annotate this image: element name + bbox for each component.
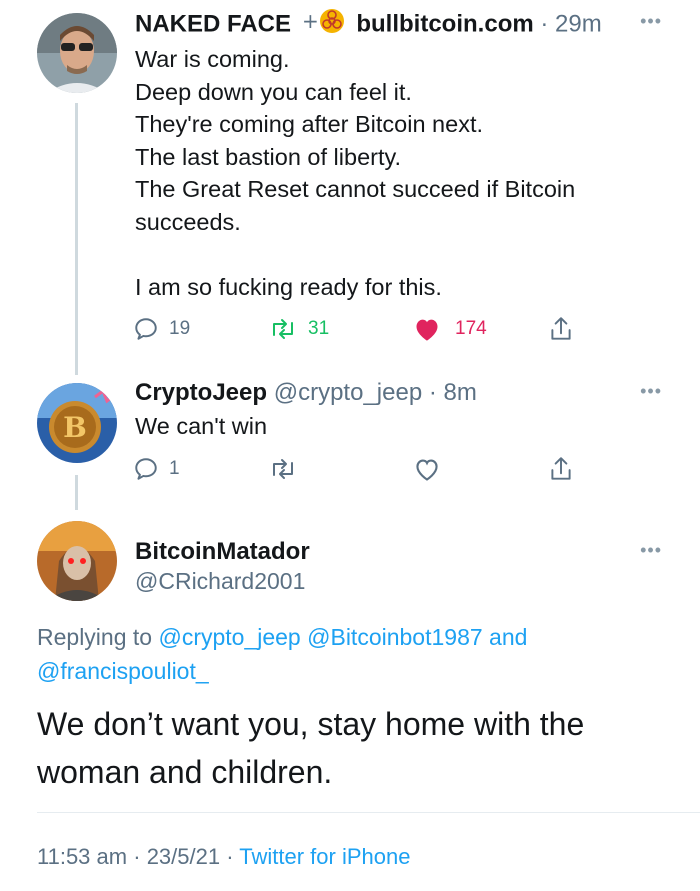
author-name[interactable]: NAKED FACE [135, 10, 291, 37]
tweet-text-line: The Great Reset cannot succeed if Bitcoi… [135, 176, 576, 203]
reply-icon [133, 456, 159, 482]
avatar-bitcoinmatador[interactable] [37, 521, 117, 601]
main-author-handle[interactable]: @CRichard2001 [135, 566, 305, 596]
retweet-icon [268, 316, 298, 342]
tweet-time[interactable]: 29m [555, 10, 602, 37]
mention-and[interactable]: and [489, 624, 527, 650]
share-button[interactable] [548, 311, 574, 347]
tweet-actions: 1 [133, 451, 593, 487]
tweet-naked-face[interactable]: NAKED FACE + bullbitcoin.com · 29m ••• W… [0, 8, 700, 368]
share-icon [548, 315, 574, 343]
tweet-text-line [135, 239, 575, 272]
reply-count: 19 [169, 318, 191, 339]
tweet-cryptojeep[interactable]: CryptoJeep @crypto_jeep · 8m ••• We can'… [0, 378, 700, 498]
retweet-icon [268, 456, 298, 482]
share-button[interactable] [548, 451, 574, 487]
tweet-date[interactable]: 23/5/21 [147, 844, 220, 869]
tweet-text-line: Deep down you can feel it. [135, 78, 412, 105]
separator-dot: · [540, 10, 549, 38]
svg-text:+: + [302, 9, 319, 33]
mention-link[interactable]: @francispouliot_ [37, 658, 209, 684]
tweet-text-line: War is coming. [135, 46, 290, 72]
tweet-actions: 19 31 174 [133, 311, 593, 347]
tweet-text-line: We can't win [135, 413, 268, 439]
tweet-source-link[interactable]: Twitter for iPhone [239, 844, 410, 869]
author-name[interactable]: CryptoJeep [135, 379, 267, 406]
retweet-button[interactable]: 31 [268, 311, 329, 347]
retweet-button[interactable] [268, 451, 298, 487]
author-handle[interactable]: bullbitcoin.com [356, 10, 533, 37]
separator-dot: · [226, 844, 234, 869]
tweet-text: We can't win [135, 410, 267, 443]
tweet-timestamp: 11:53 am · 23/5/21 · Twitter for iPhone [37, 842, 410, 872]
tweet-text: War is coming. Deep down you can feel it… [135, 43, 575, 304]
biohazard-icon: + [302, 8, 346, 42]
main-tweet-text: We don’t want you, stay home with the wo… [37, 706, 585, 790]
like-button[interactable] [413, 451, 441, 487]
mention-link[interactable]: @Bitcoinbot1987 [307, 624, 483, 650]
heart-filled-icon [413, 316, 441, 342]
reply-count: 1 [169, 458, 180, 479]
share-icon [548, 455, 574, 483]
replying-to: Replying to @crypto_jeep @Bitcoinbot1987… [37, 620, 637, 688]
separator-dot: · [133, 844, 141, 869]
tweet-text-line: They're coming after Bitcoin next. [135, 111, 484, 138]
tweet-time[interactable]: 8m [444, 379, 477, 406]
heart-outline-icon [413, 456, 441, 482]
tweet-time[interactable]: 11:53 am [37, 844, 127, 869]
mention-link[interactable]: @crypto_jeep [158, 624, 300, 650]
more-options-icon[interactable]: ••• [640, 12, 662, 30]
tweet-text-line: The last bastion of liberty. [135, 143, 402, 170]
retweet-count: 31 [308, 318, 330, 339]
reply-button[interactable]: 19 [133, 311, 190, 347]
like-count: 174 [455, 318, 487, 339]
separator-dot: · [428, 379, 437, 406]
tweet-header: CryptoJeep @crypto_jeep · 8m [135, 378, 477, 408]
more-options-icon[interactable]: ••• [640, 382, 662, 400]
divider [37, 812, 700, 813]
tweet-header: NAKED FACE + bullbitcoin.com · 29m [135, 8, 602, 42]
tweet-text-line: succeeds. [135, 208, 241, 235]
reply-icon [133, 316, 159, 342]
main-author-name[interactable]: BitcoinMatador [135, 537, 310, 567]
reply-button[interactable]: 1 [133, 451, 180, 487]
replying-prefix: Replying to [37, 624, 153, 650]
more-options-icon[interactable]: ••• [640, 541, 662, 559]
author-handle[interactable]: @crypto_jeep [274, 379, 422, 406]
tweet-text-line: I am so fucking ready for this. [135, 274, 442, 301]
like-button[interactable]: 174 [413, 311, 487, 347]
